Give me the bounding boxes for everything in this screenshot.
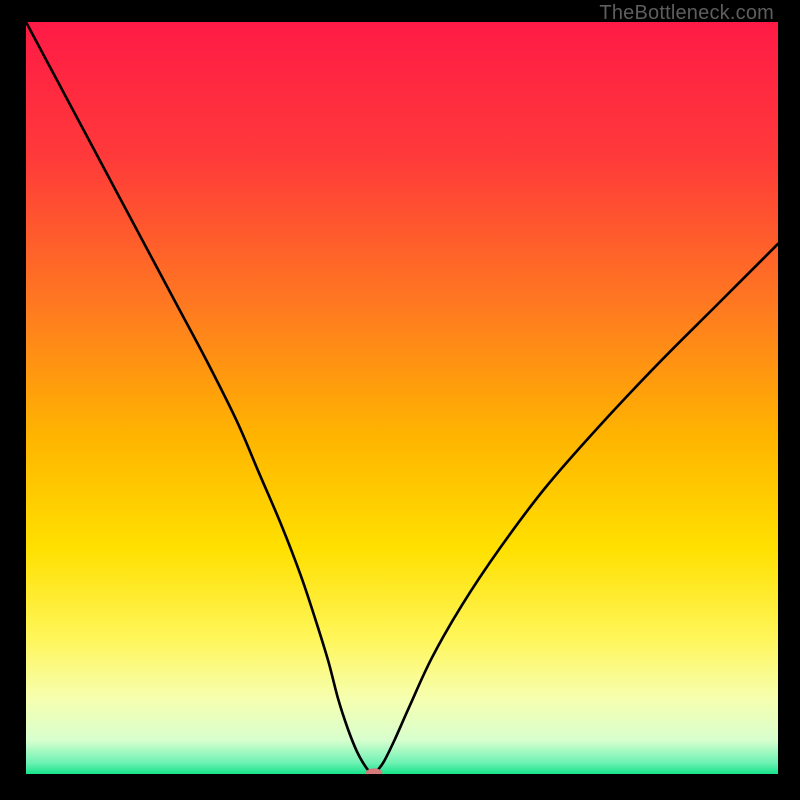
gradient-background bbox=[26, 22, 778, 774]
chart-frame bbox=[26, 22, 778, 774]
bottleneck-chart bbox=[26, 22, 778, 774]
watermark-label: TheBottleneck.com bbox=[599, 2, 774, 25]
